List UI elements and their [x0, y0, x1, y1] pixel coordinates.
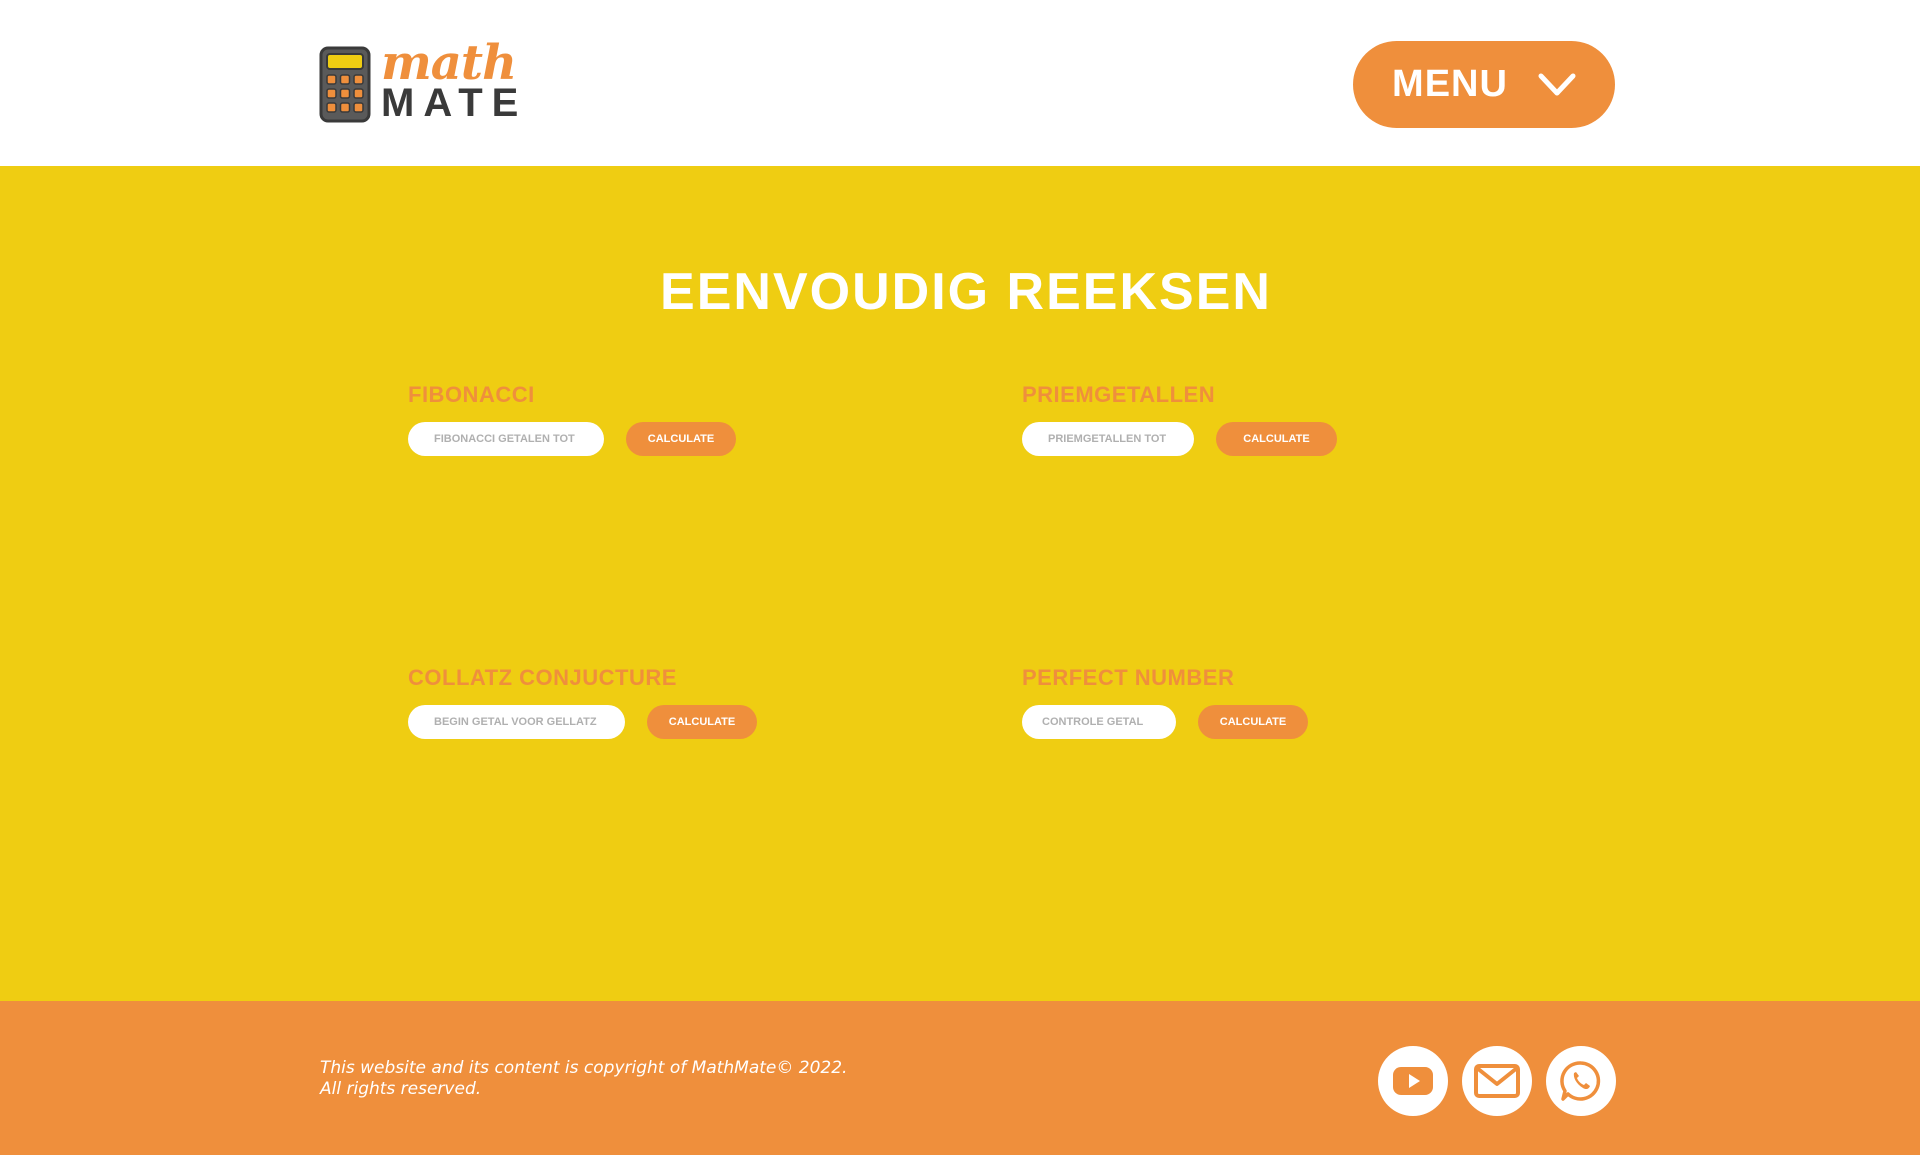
card-title: PRIEMGETALLEN	[1022, 382, 1216, 407]
perfect-number-calculate-button[interactable]: CALCULATE	[1198, 705, 1308, 739]
card-priemgetallen: PRIEMGETALLEN CALCULATE	[1022, 382, 1337, 456]
card-fibonacci: FIBONACCI CALCULATE	[408, 382, 736, 456]
logo-wordmark: math MATE	[381, 39, 528, 125]
collatz-input[interactable]	[408, 705, 625, 739]
site-header: math MATE MENU	[0, 0, 1920, 166]
card-collatz: COLLATZ CONJUCTURE CALCULATE	[408, 665, 757, 739]
chevron-down-icon	[1538, 73, 1576, 95]
priemgetallen-calculate-button[interactable]: CALCULATE	[1216, 422, 1337, 456]
youtube-button[interactable]	[1378, 1046, 1448, 1116]
mathmate-logo[interactable]: math MATE	[319, 39, 528, 125]
card-row: CALCULATE	[408, 422, 736, 456]
logo-math-text: math	[381, 35, 517, 91]
card-title: FIBONACCI	[408, 382, 535, 407]
card-title: PERFECT NUMBER	[1022, 665, 1235, 690]
youtube-icon	[1393, 1067, 1433, 1095]
site-footer: This website and its content is copyrigh…	[0, 1001, 1920, 1155]
copyright-text: This website and its content is copyrigh…	[320, 1058, 847, 1100]
card-row: CALCULATE	[408, 705, 757, 739]
collatz-calculate-button[interactable]: CALCULATE	[647, 705, 757, 739]
fibonacci-input[interactable]	[408, 422, 604, 456]
card-title: COLLATZ CONJUCTURE	[408, 665, 677, 690]
card-perfect-number: PERFECT NUMBER CALCULATE	[1022, 665, 1308, 739]
whatsapp-button[interactable]	[1546, 1046, 1616, 1116]
whatsapp-icon	[1560, 1061, 1601, 1101]
copyright-line-2: All rights reserved.	[320, 1079, 482, 1099]
logo-mate-text: MATE	[381, 81, 528, 125]
card-row: CALCULATE	[1022, 422, 1337, 456]
perfect-number-input[interactable]	[1022, 705, 1176, 739]
fibonacci-calculate-button[interactable]: CALCULATE	[626, 422, 736, 456]
priemgetallen-input[interactable]	[1022, 422, 1194, 456]
card-row: CALCULATE	[1022, 705, 1308, 739]
page-title: EENVOUDIG REEKSEN	[660, 263, 1272, 321]
main-section: EENVOUDIG REEKSEN FIBONACCI CALCULATE PR…	[0, 166, 1920, 1001]
copyright-line-1: This website and its content is copyrigh…	[320, 1058, 848, 1078]
mail-button[interactable]	[1462, 1046, 1532, 1116]
mail-icon	[1474, 1064, 1520, 1098]
menu-label: MENU	[1392, 63, 1508, 105]
menu-button[interactable]: MENU	[1353, 41, 1615, 128]
calculator-icon	[319, 46, 371, 122]
